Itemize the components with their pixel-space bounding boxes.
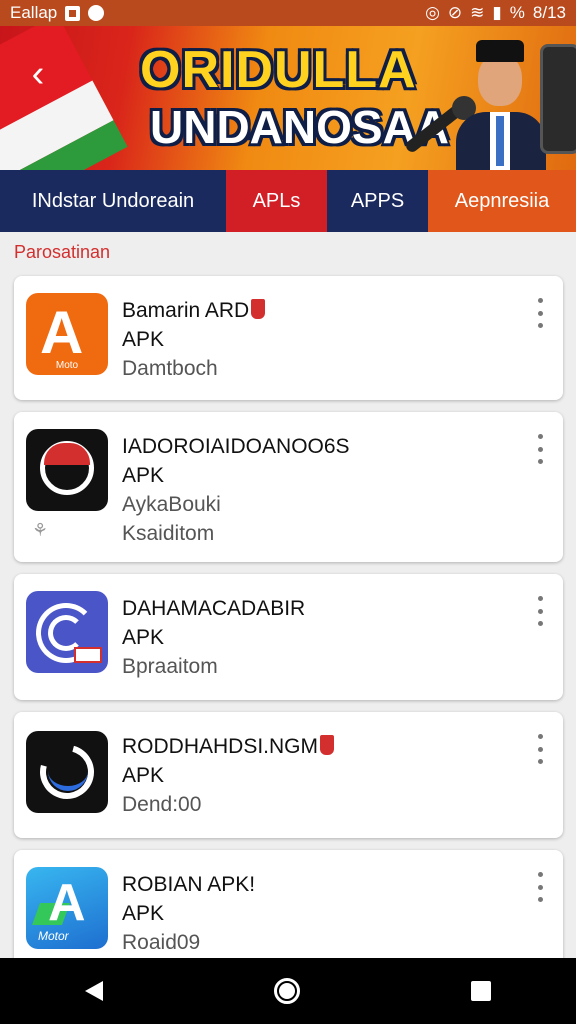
more-options-icon[interactable] [535,872,545,902]
nav-back-icon[interactable] [85,981,104,1001]
presenter-illustration [450,32,550,170]
tab-indstar[interactable]: INdstar Undoreain [0,170,226,232]
list-item[interactable]: DAHAMACADABIR APK Bpraaitom [14,574,563,700]
shield-badge-icon [251,299,266,319]
app-meta: Roaid09 [122,931,201,954]
app-type: APK [122,626,165,649]
black-ring-icon [26,429,108,511]
app-list: A Moto Bamarin ARD APK Damtboch ⚘ IADORO… [14,276,563,988]
app-name: DAHAMACADABIR [122,597,306,620]
system-nav-bar [0,958,576,1024]
header-banner: ‹ ORIDULLA UNDANOSAA [0,26,576,170]
blue-a-icon: A Motor [26,867,108,949]
orange-a-icon: A Moto [26,293,108,375]
tab-bar: INdstar Undoreain APLs APPS Aepnresiia [0,170,576,232]
phone-illustration [540,44,576,154]
nav-recents-icon[interactable] [470,981,491,1001]
battery-icon: % [509,3,525,22]
list-item[interactable]: A Moto Bamarin ARD APK Damtboch [14,276,563,400]
list-item[interactable]: ⚘ IADOROIAIDOANOO6S APK AykaBouki Ksaidi… [14,412,563,562]
flag-graphic [0,26,128,170]
nav-home-icon[interactable] [273,978,300,1004]
notification-icon [88,5,105,21]
vibrate-icon: ⊘ [447,3,463,22]
tab-apps[interactable]: APPS [327,170,428,232]
banner-subtitle: UNDANOSAA [150,101,449,153]
blue-arcs-icon [26,591,108,673]
status-time: 8/13 [532,3,566,22]
list-item[interactable]: RODDHAHDSI.NGM APK Dend:00 [14,712,563,838]
black-swirl-icon [26,731,108,813]
signal-icon: ▮ [492,3,502,22]
more-options-icon[interactable] [535,596,545,626]
app-meta: AykaBouki [122,493,221,516]
app-name: RODDHAHDSI.NGM [122,735,319,758]
back-button[interactable]: ‹ [20,54,56,94]
shield-badge-icon [320,735,335,755]
app-type: APK [122,764,165,787]
app-name: Bamarin ARD [122,299,250,322]
alarm-icon: ◎ [425,3,440,22]
app-meta: Dend:00 [122,793,202,816]
more-options-icon[interactable] [535,434,545,464]
more-options-icon[interactable] [535,298,545,328]
more-options-icon[interactable] [535,734,545,764]
app-type: APK [122,464,165,487]
banner-title: ORIDULLA [140,41,417,99]
small-logo-icon: ⚘ [32,520,49,540]
app-meta: Damtboch [122,357,218,380]
status-bar: Eallap ◎ ⊘ ≋ ▮ % 8/13 [0,0,576,26]
app-type: APK [122,328,165,351]
tab-aepnresiia[interactable]: Aepnresiia [428,170,576,232]
app-meta-2: Ksaiditom [122,522,215,545]
gallery-icon [65,5,81,21]
app-meta: Bpraaitom [122,655,218,678]
tab-apls[interactable]: APLs [226,170,327,232]
status-app-label: Eallap [10,3,58,22]
section-heading: Parosatinan [14,242,111,262]
wifi-icon: ≋ [470,3,485,22]
app-name: ROBIAN APK! [122,873,256,896]
app-name: IADOROIAIDOANOO6S [122,435,350,458]
app-type: APK [122,902,165,925]
